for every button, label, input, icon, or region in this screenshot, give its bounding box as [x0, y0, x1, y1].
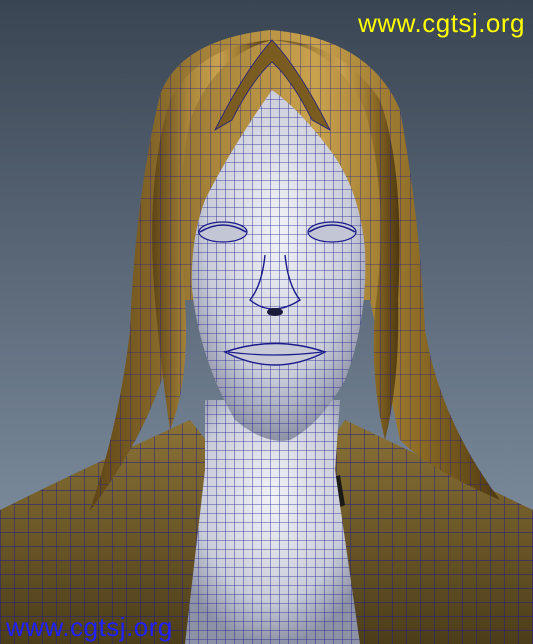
watermark-top: www.cgtsj.org [358, 8, 525, 38]
viewport-3d[interactable]: www.cgtsj.org www.cgtsj.org [0, 0, 533, 644]
watermark-bottom: www.cgtsj.org [6, 612, 173, 642]
character-model [0, 30, 533, 644]
